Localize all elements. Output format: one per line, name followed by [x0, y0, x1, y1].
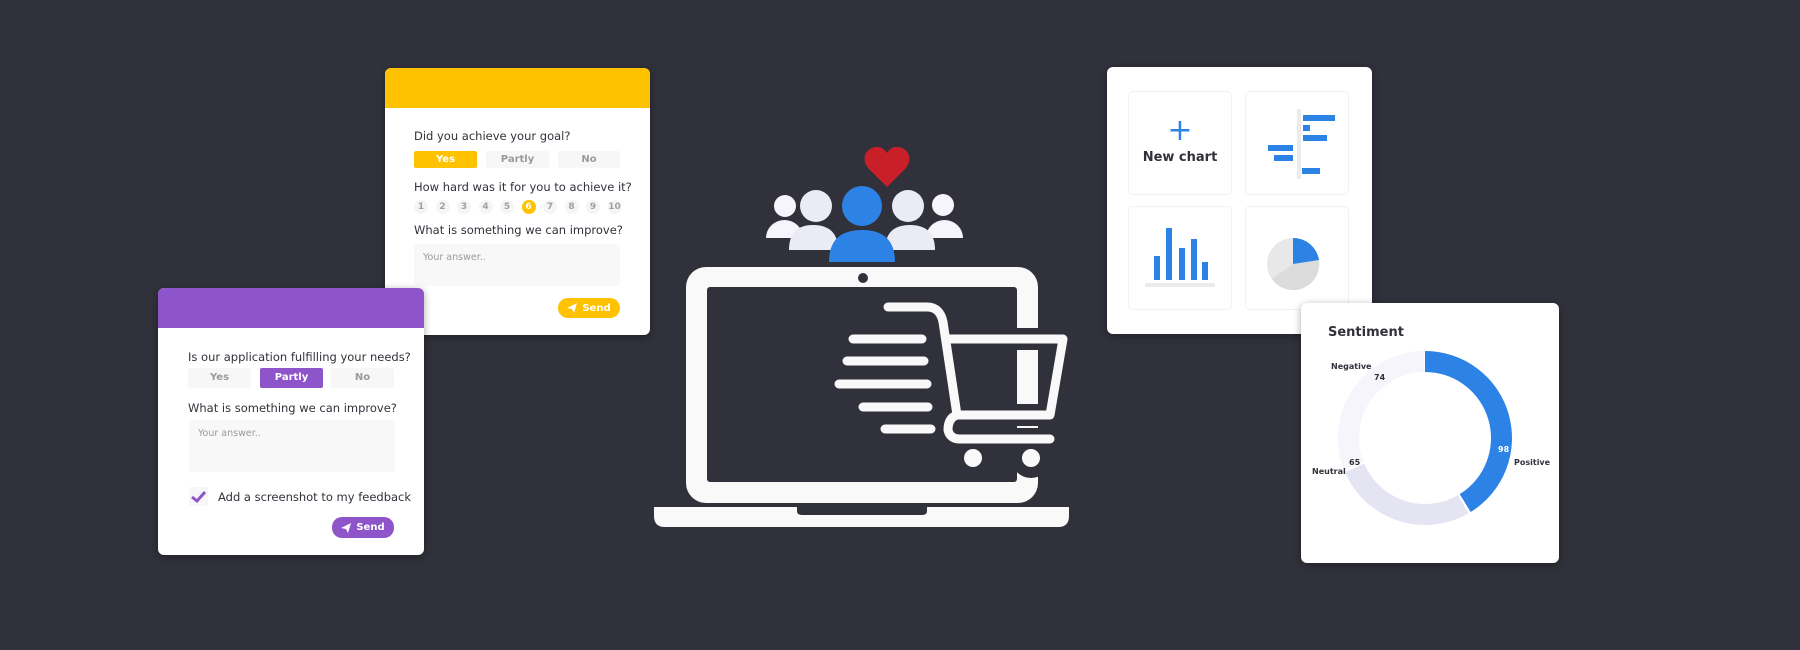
- sentiment-chart-card: Sentiment Negative 74 Neutral 65 98 Posi…: [1301, 303, 1559, 563]
- paper-plane-icon: [567, 303, 578, 313]
- scale-option-7[interactable]: 7: [543, 200, 557, 214]
- checkmark-icon: [191, 491, 207, 504]
- new-chart-label: New chart: [1142, 150, 1218, 165]
- value-label-negative: 74: [1374, 373, 1386, 382]
- question-improve: What is something we can improve?: [414, 223, 623, 237]
- option-yes[interactable]: Yes: [188, 368, 251, 388]
- new-chart-tile[interactable]: + New chart: [1128, 91, 1232, 195]
- scale-option-6[interactable]: 6: [521, 200, 536, 214]
- option-partly[interactable]: Partly: [486, 151, 549, 168]
- option-yes[interactable]: Yes: [414, 151, 477, 168]
- goal-survey-card: Did you achieve your goal? Yes Partly No…: [385, 68, 650, 335]
- chart-picker-card: + New chart: [1107, 67, 1372, 334]
- plus-icon: +: [1167, 113, 1193, 148]
- diverging-bar-chart-tile[interactable]: [1245, 91, 1349, 195]
- donut-slice-neutral: [1344, 463, 1469, 525]
- send-label: Send: [356, 522, 385, 533]
- question-improve: What is something we can improve?: [188, 401, 397, 415]
- option-no[interactable]: No: [331, 368, 394, 388]
- scale-option-5[interactable]: 5: [500, 200, 514, 214]
- legend-label-neutral: Neutral: [1312, 467, 1346, 476]
- column-chart-tile[interactable]: [1128, 206, 1232, 310]
- send-button[interactable]: Send: [332, 517, 394, 538]
- question-needs: Is our application fulfilling your needs…: [188, 350, 411, 364]
- sentiment-donut: [1338, 351, 1512, 525]
- answer-textarea[interactable]: Your answer..: [189, 420, 395, 472]
- scale-option-2[interactable]: 2: [435, 200, 450, 214]
- users-icon: [766, 186, 963, 262]
- needs-survey-card: Is our application fulfilling your needs…: [158, 288, 424, 555]
- option-no[interactable]: No: [558, 151, 620, 168]
- diverging-bar-chart-icon: [1268, 109, 1335, 179]
- card-header: [158, 288, 424, 328]
- legend-label-positive: Positive: [1514, 458, 1551, 467]
- send-label: Send: [582, 302, 611, 314]
- scale-option-10[interactable]: 10: [607, 200, 622, 214]
- scale-option-9[interactable]: 9: [586, 200, 600, 214]
- card-header: [385, 68, 650, 108]
- laptop-icon: [654, 267, 1069, 527]
- donut-slice-positive: [1425, 351, 1512, 513]
- question-difficulty: How hard was it for you to achieve it?: [414, 180, 632, 194]
- scale-option-3[interactable]: 3: [457, 200, 471, 214]
- send-button[interactable]: Send: [558, 298, 620, 318]
- question-goal: Did you achieve your goal?: [414, 129, 571, 143]
- value-label-neutral: 65: [1349, 458, 1361, 467]
- paper-plane-icon: [341, 522, 352, 533]
- scale-option-4[interactable]: 4: [478, 200, 493, 214]
- heart-icon: [864, 146, 910, 187]
- screenshot-checkbox[interactable]: [189, 487, 208, 506]
- pie-chart-tile[interactable]: [1245, 206, 1349, 310]
- pie-chart-icon: [1267, 237, 1320, 291]
- option-partly[interactable]: Partly: [260, 368, 323, 388]
- checkbox-label: Add a screenshot to my feedback: [218, 490, 412, 504]
- scale-option-8[interactable]: 8: [564, 200, 579, 214]
- scale-option-1[interactable]: 1: [414, 200, 428, 214]
- value-label-positive: 98: [1498, 445, 1510, 454]
- legend-label-negative: Negative: [1331, 362, 1372, 371]
- answer-textarea[interactable]: Your answer..: [414, 244, 620, 286]
- column-chart-icon: [1145, 228, 1215, 287]
